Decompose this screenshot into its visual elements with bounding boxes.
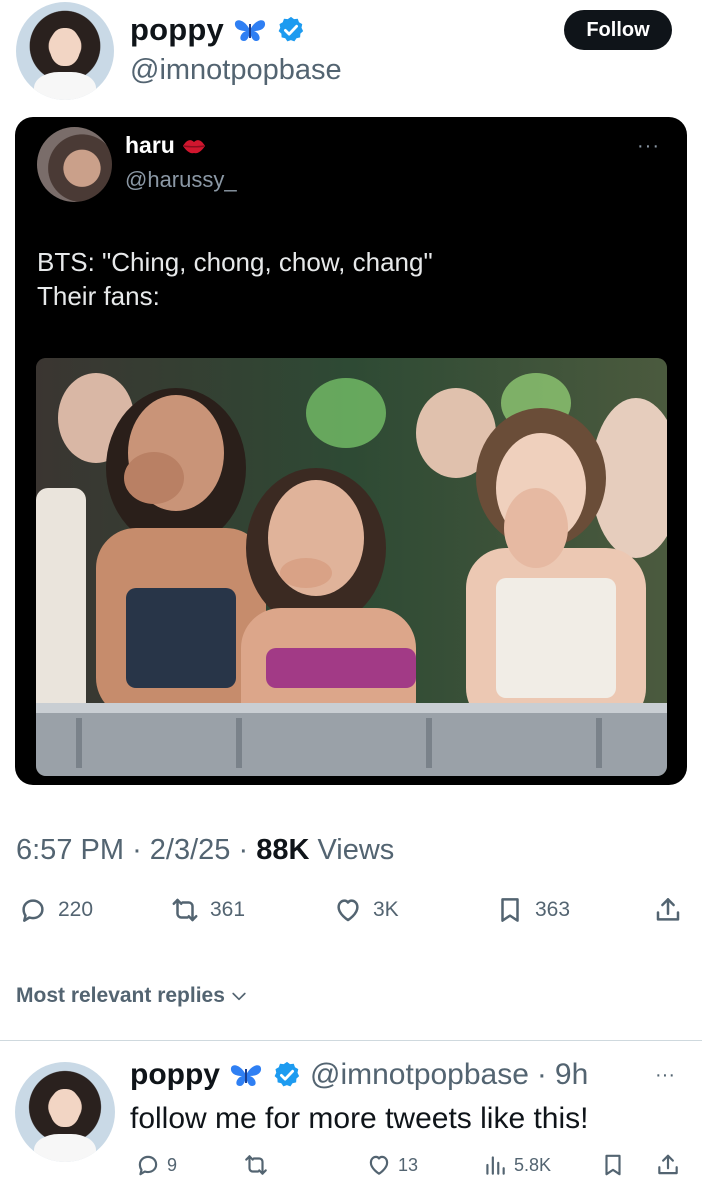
- reply-age[interactable]: 9h: [555, 1058, 588, 1092]
- reply-text: follow me for more tweets like this!: [130, 1102, 589, 1135]
- quoted-author-name-row[interactable]: haru: [125, 132, 207, 159]
- heart-icon: [369, 1155, 389, 1175]
- views-chart-icon: [486, 1156, 505, 1175]
- butterfly-icon: [230, 1065, 262, 1086]
- reply-author-avatar[interactable]: [15, 1062, 115, 1162]
- replies-sort-label: Most relevant replies: [16, 984, 225, 1007]
- bookmark-icon: [501, 898, 519, 922]
- quoted-tweet-card[interactable]: haru @harussy_ ··· BTS: "Ching, chong, c…: [15, 117, 687, 785]
- reply-bookmark-button[interactable]: [600, 1152, 626, 1178]
- tweet-meta: 6:57 PM · 2/3/25 · 88K Views: [16, 834, 395, 866]
- verified-badge-icon: [278, 16, 304, 42]
- share-icon: [658, 1154, 678, 1175]
- author-avatar[interactable]: [16, 2, 114, 100]
- crying-fans-image: [36, 358, 667, 776]
- repost-icon: [172, 898, 198, 922]
- reply-author-handle[interactable]: @imnotpopbase: [310, 1058, 529, 1092]
- reply-icon: [138, 1155, 158, 1176]
- like-button[interactable]: 3K: [333, 895, 399, 925]
- follow-button[interactable]: Follow: [564, 10, 672, 50]
- author-name[interactable]: poppy: [130, 12, 224, 48]
- like-count: 3K: [373, 898, 399, 921]
- bookmark-button[interactable]: 363: [495, 895, 570, 925]
- divider: [0, 1040, 702, 1041]
- repost-count: 361: [210, 898, 246, 921]
- quoted-tweet-text: BTS: "Ching, chong, chow, chang" Their f…: [37, 247, 433, 311]
- reply-like-count: 13: [398, 1154, 419, 1175]
- reply-views-button[interactable]: 5.8K: [482, 1152, 551, 1178]
- reply-author-name[interactable]: poppy: [130, 1058, 220, 1092]
- share-button[interactable]: [653, 895, 683, 925]
- tweet-action-bar: 220 361 3K 363: [0, 895, 702, 945]
- chevron-down-icon: [232, 992, 246, 1001]
- quoted-tweet-photo[interactable]: [36, 358, 667, 776]
- tweet-time[interactable]: 6:57 PM: [16, 834, 124, 866]
- reply-icon: [22, 899, 44, 922]
- quoted-author-name[interactable]: haru: [125, 132, 175, 159]
- author-handle[interactable]: @imnotpopbase: [130, 54, 342, 87]
- reply-like-button[interactable]: 13: [366, 1152, 418, 1178]
- reply-count: 220: [58, 898, 94, 921]
- reply-button[interactable]: 220: [18, 895, 93, 925]
- views-label: Views: [317, 834, 395, 866]
- quoted-author-avatar[interactable]: [37, 127, 112, 202]
- reply-header: poppy @imnotpopbase · 9h: [130, 1058, 589, 1092]
- share-icon: [656, 898, 680, 921]
- reply-share-button[interactable]: [655, 1152, 681, 1178]
- author-name-row[interactable]: poppy: [130, 12, 306, 48]
- reply-reply-count: 9: [167, 1154, 178, 1175]
- replies-sort-dropdown[interactable]: Most relevant replies: [16, 984, 249, 1008]
- reply-more-icon[interactable]: ···: [655, 1064, 675, 1087]
- tweet-date[interactable]: 2/3/25: [150, 834, 231, 866]
- butterfly-icon: [234, 20, 266, 41]
- bookmark-count: 363: [535, 898, 571, 921]
- reply-repost-button[interactable]: [243, 1152, 275, 1178]
- verified-badge-icon: [274, 1061, 300, 1087]
- heart-icon: [337, 899, 359, 922]
- quoted-author-handle[interactable]: @harussy_: [125, 167, 237, 193]
- views-count: 88K: [256, 834, 310, 866]
- kiss-lips-icon: [182, 139, 205, 153]
- reply-action-bar: 9 13 5.8K: [0, 1152, 702, 1192]
- bookmark-icon: [605, 1154, 621, 1176]
- repost-button[interactable]: 361: [170, 895, 245, 925]
- reply-views-count: 5.8K: [514, 1154, 552, 1175]
- more-options-icon[interactable]: ···: [637, 135, 660, 158]
- repost-icon: [245, 1155, 267, 1175]
- reply-reply-button[interactable]: 9: [135, 1152, 177, 1178]
